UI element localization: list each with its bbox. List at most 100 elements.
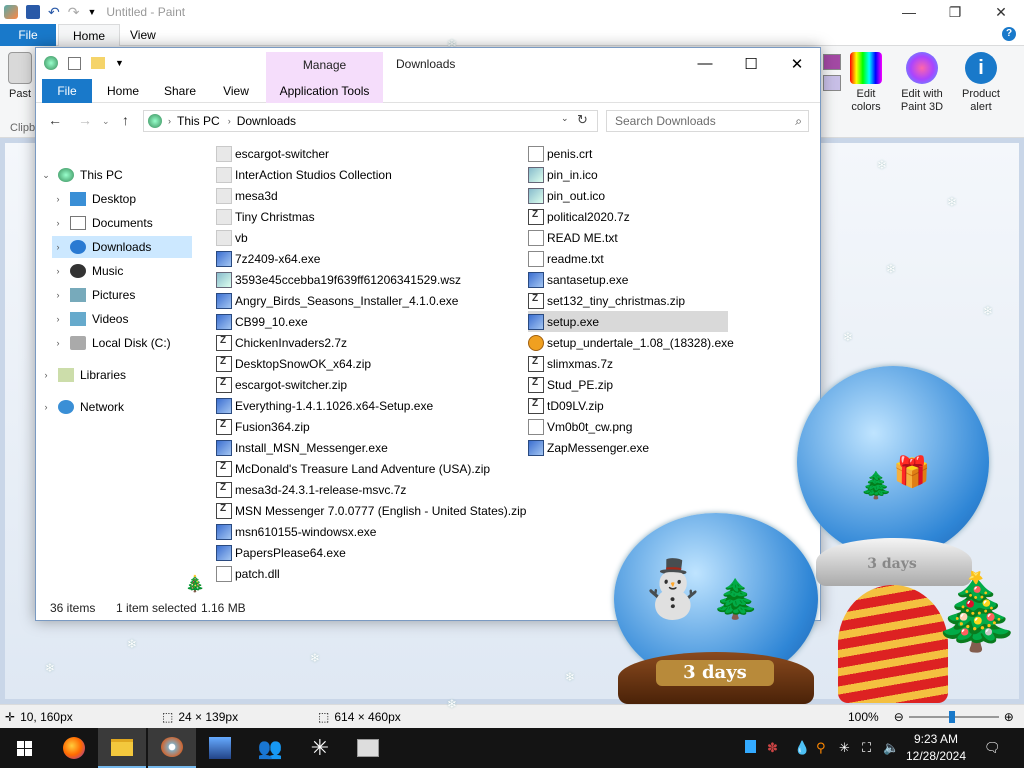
zoom-out-button[interactable]: ⊖ (894, 710, 904, 724)
folder-item[interactable]: escargot-switcher (216, 143, 329, 164)
customize-qat-icon[interactable]: ▼ (87, 7, 96, 17)
folder-item[interactable]: mesa3d (216, 185, 278, 206)
nav-item-music[interactable]: › Music (52, 260, 192, 282)
up-button[interactable]: ↑ (122, 112, 129, 128)
taskbar-app-installer[interactable] (196, 728, 244, 768)
nav-item-libraries[interactable]: › Libraries (40, 364, 192, 386)
nav-item-videos[interactable]: › Videos (52, 308, 192, 330)
file-item[interactable]: santasetup.exe (528, 269, 628, 290)
search-input[interactable]: Search Downloads ⌕ (606, 110, 809, 132)
file-item[interactable]: tD09LV.zip (528, 395, 604, 416)
explorer-close-button[interactable]: ✕ (774, 48, 820, 79)
file-item[interactable]: MSN Messenger 7.0.0777 (English - United… (216, 500, 526, 521)
file-item[interactable]: ChickenInvaders2.7z (216, 332, 347, 353)
paint-minimize-button[interactable]: — (886, 0, 932, 24)
taskbar-paint[interactable] (148, 728, 196, 768)
file-item[interactable]: McDonald's Treasure Land Adventure (USA)… (216, 458, 490, 479)
file-item[interactable]: msn610155-windowsx.exe (216, 521, 376, 542)
network-icon[interactable]: ⛶ (862, 740, 871, 756)
nav-item-pictures[interactable]: › Pictures (52, 284, 192, 306)
file-item[interactable]: readme.txt (528, 248, 604, 269)
color-swatch-purple[interactable] (823, 54, 841, 70)
file-item[interactable]: political2020.7z (528, 206, 630, 227)
paint-help-icon[interactable]: ? (1002, 27, 1016, 41)
taskbar-firefox[interactable] (50, 728, 98, 768)
edit-colors-button[interactable]: Edit colors (846, 52, 886, 114)
tray-snow-icon[interactable]: ✳ (839, 740, 850, 756)
explorer-maximize-button[interactable]: ☐ (728, 48, 774, 79)
expand-chevron-icon[interactable]: › (52, 194, 64, 204)
nav-item-downloads[interactable]: › Downloads (52, 236, 192, 258)
file-item[interactable]: READ ME.txt (528, 227, 618, 248)
address-dropdown-icon[interactable]: ⌄ (561, 113, 569, 124)
tray-search-icon[interactable]: ⚲ (816, 740, 826, 756)
expand-chevron-icon[interactable]: › (52, 290, 64, 300)
file-item[interactable]: pin_in.ico (528, 164, 598, 185)
nav-item-local-disk-c[interactable]: › Local Disk (C:) (52, 332, 192, 354)
tab-home[interactable]: Home (96, 79, 150, 103)
file-item[interactable]: setup.exe (528, 311, 728, 332)
taskbar-msn[interactable]: 👥 (246, 728, 294, 768)
file-item[interactable]: Angry_Birds_Seasons_Installer_4.1.0.exe (216, 290, 458, 311)
file-item[interactable]: Everything-1.4.1.1026.x64-Setup.exe (216, 395, 433, 416)
tray-drop-icon[interactable]: 💧 (794, 740, 810, 756)
zoom-in-button[interactable]: ⊕ (1004, 710, 1014, 724)
folder-item[interactable]: Tiny Christmas (216, 206, 315, 227)
tab-file[interactable]: File (42, 79, 92, 103)
tab-share[interactable]: Share (154, 79, 206, 103)
file-item[interactable]: mesa3d-24.3.1-release-msvc.7z (216, 479, 406, 500)
nav-item-this-pc[interactable]: ⌄ This PC (40, 164, 192, 186)
system-clock[interactable]: 9:23 AM 12/28/2024 (900, 731, 972, 765)
file-item[interactable]: CB99_10.exe (216, 311, 308, 332)
zoom-slider[interactable] (908, 711, 999, 723)
address-bar[interactable]: › This PC › Downloads (143, 110, 598, 132)
expand-chevron-icon[interactable]: › (52, 266, 64, 276)
taskbar-snow[interactable]: ✳ (296, 728, 344, 768)
nav-item-network[interactable]: › Network (40, 396, 192, 418)
file-item[interactable]: Vm0b0t_cw.png (528, 416, 632, 437)
expand-chevron-icon[interactable]: › (40, 370, 52, 380)
file-item[interactable]: Stud_PE.zip (528, 374, 613, 395)
nav-item-desktop[interactable]: › Desktop (52, 188, 192, 210)
edit-with-paint3d-button[interactable]: Edit with Paint 3D (895, 52, 949, 114)
zoom-slider-thumb[interactable] (948, 711, 955, 723)
file-item[interactable]: patch.dll (216, 563, 280, 584)
taskbar-file-explorer[interactable] (98, 728, 146, 768)
recent-locations-chevron-icon[interactable]: ⌄ (102, 116, 110, 127)
redo-icon[interactable]: ↷ (68, 4, 80, 21)
file-item[interactable]: pin_out.ico (528, 185, 605, 206)
file-item[interactable]: setup_undertale_1.08_(18328).exe (528, 332, 734, 353)
start-button[interactable] (0, 728, 48, 768)
customize-qat-icon[interactable]: ▼ (115, 58, 124, 68)
folder-item[interactable]: vb (216, 227, 248, 248)
file-item[interactable]: slimxmas.7z (528, 353, 613, 374)
volume-icon[interactable]: 🔈 (883, 740, 899, 756)
back-button[interactable]: ← (48, 112, 62, 128)
file-item[interactable]: set132_tiny_christmas.zip (528, 290, 685, 311)
file-item[interactable]: penis.crt (528, 143, 592, 164)
paint-restore-button[interactable]: ❐ (932, 0, 978, 24)
new-folder-icon[interactable] (91, 57, 105, 69)
expand-chevron-icon[interactable]: › (52, 242, 64, 252)
expand-chevron-icon[interactable]: › (52, 338, 64, 348)
file-item[interactable]: 3593e45ccebba19f639ff61206341529.wsz (216, 269, 461, 290)
manage-contextual-tab[interactable]: Manage (266, 52, 383, 79)
paint-tab-home[interactable]: Home (58, 24, 121, 46)
explorer-minimize-button[interactable]: — (682, 48, 728, 79)
refresh-icon[interactable]: ↻ (577, 112, 588, 128)
tab-application-tools[interactable]: Application Tools (266, 79, 383, 103)
notifications-icon[interactable]: 🗨 (984, 740, 1001, 756)
file-item[interactable]: 7z2409-x64.exe (216, 248, 320, 269)
tray-app-icon[interactable] (745, 740, 756, 756)
taskbar-messenger[interactable] (344, 728, 392, 768)
paste-button[interactable]: Past (8, 52, 32, 101)
save-icon[interactable] (26, 5, 40, 19)
folder-item[interactable]: InterAction Studios Collection (216, 164, 392, 185)
paint-close-button[interactable]: ✕ (978, 0, 1024, 24)
breadcrumb-this-pc[interactable]: This PC (177, 114, 220, 128)
expand-chevron-icon[interactable]: › (40, 402, 52, 412)
tab-view[interactable]: View (210, 79, 262, 103)
file-item[interactable]: escargot-switcher.zip (216, 374, 347, 395)
file-item[interactable]: ZapMessenger.exe (528, 437, 649, 458)
properties-icon[interactable] (68, 56, 81, 70)
